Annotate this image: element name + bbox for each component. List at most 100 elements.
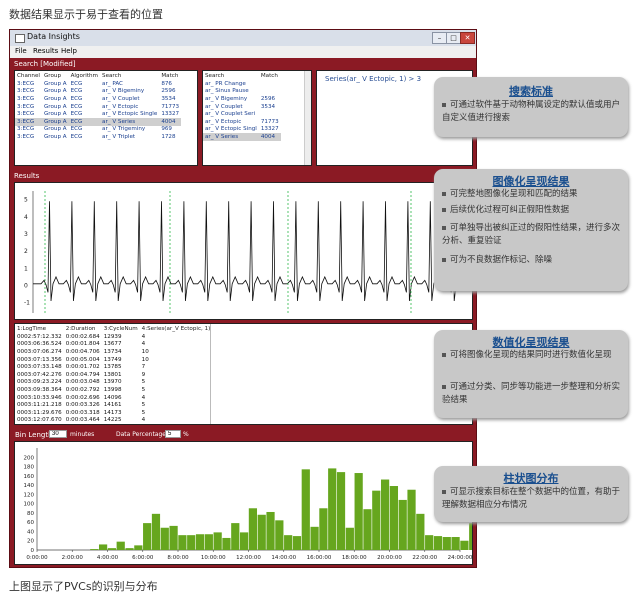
hist-x-tick-label: 20:00:00 [377,555,402,561]
table-row[interactable]: ar_ V Couplet Seri [203,110,281,118]
hist-bar [239,532,249,550]
table-cell: 0:00:05.004 [65,356,100,363]
table-cell: 13327 [161,111,180,118]
mid-column-header[interactable]: Match [259,71,281,80]
table-cell: 0:00:03.318 [65,409,100,416]
left-column-header[interactable]: Algorithm [69,71,100,80]
table-row[interactable]: 3:ECG Group A ECG ar_ V Triplet 1728 [15,133,181,141]
left-column-header[interactable]: Channel [15,71,42,80]
hist-x-tick-label: 16:00:00 [307,555,332,561]
table-row[interactable]: ar_ V Ectopic 71773 [203,118,281,126]
hist-bar [275,520,284,550]
hist-y-tick-label: 40 [27,529,34,535]
hist-bar [143,523,152,550]
table-row[interactable]: ar_ V Series 4004 [203,133,281,141]
left-column-header[interactable]: Group [42,71,69,80]
table-row[interactable]: ar_ PR Change [203,80,281,88]
table-row[interactable]: 3:ECG Group A ECG ar_ V Couplet 3534 [15,95,181,103]
table-cell: ECG [70,111,83,118]
hist-bar [389,486,399,550]
table-row[interactable]: 3:ECG Group A ECG ar_ V Ectopic 71773 [15,103,181,111]
log-column-header[interactable]: 2:Duration [64,324,102,333]
ecg-waveform [33,201,465,302]
hist-bar [451,537,460,550]
menu-bar: File Results Help [10,46,476,58]
table-cell: 3534 [260,103,276,110]
table-cell: 4 [141,341,146,348]
close-icon[interactable]: ✕ [460,32,475,44]
callout-graphic-results: 图像化呈现结果 可完整地图像化呈现和匹配的结果 后续优化过程可纠正假阳性数据 可… [434,169,628,291]
table-cell: ar_ V Bigeminy [102,88,145,95]
table-row[interactable]: 3:ECG Group A ECG ar_ V Bigeminy 2596 [15,88,181,96]
search-list-table[interactable]: Search Match ar_ PR Change ar_ Sinus Pause… [202,70,312,166]
menu-file[interactable]: File [15,47,27,55]
table-cell: Group A [43,133,67,140]
table-cell: ar_ V Triplet [102,133,136,140]
table-cell: 14161 [103,402,122,409]
left-column-header[interactable]: Search [100,71,159,80]
table-row[interactable]: 0003:09:23.224 0:00:03.048 13970 5 [15,379,212,387]
table-row[interactable]: 3:ECG Group A ECG ar_ V Series 4004 [15,117,182,126]
table-row[interactable]: ar_ V Ectopic Singl 13327 [203,126,281,134]
callout-search-criteria: 搜索标准 可通过软件基于动物种属设定的默认值或用户自定义值进行搜索 [434,77,628,137]
table-cell: ar_ PR Change [205,80,246,87]
table-row[interactable]: ar_ V Bigeminy 2596 [203,95,281,103]
log-column-header[interactable]: 1:LogTime [15,324,64,333]
menu-help[interactable]: Help [61,47,77,55]
table-row[interactable]: 0003:06:36.524 0:00:01.804 13677 4 [15,341,212,349]
table-row[interactable]: 0003:07:33.148 0:00:01.702 13785 7 [15,363,212,371]
title-bar[interactable]: Data Insights – □ ✕ [10,30,476,46]
ecg-y-tick-label: 2 [24,248,28,255]
log-column-header[interactable]: 4:Series(ar_V Ectopic, 1) [140,324,213,333]
table-cell: Group A [41,117,69,126]
table-row[interactable]: ar_ Sinus Pause [203,88,281,96]
search-results-table[interactable]: Channel Group Algorithm Search Match 3:ECG Gr… [14,70,198,166]
table-row[interactable]: 0003:10:33.946 0:00:02.696 14096 4 [15,394,212,402]
data-percentage-input[interactable] [165,430,181,438]
table-cell: 13327 [260,126,279,133]
table-cell: ar_ V Couplet [205,103,243,110]
table-row[interactable]: 0003:09:38.364 0:00:02.792 13998 5 [15,386,212,394]
hist-y-tick-label: 80 [27,511,34,517]
bin-length-input[interactable] [49,430,67,438]
hist-bar [328,468,337,550]
table-row[interactable]: ar_ V Couplet 3534 [203,103,281,111]
table-cell: 5 [141,386,146,393]
left-column-header[interactable]: Match [159,71,181,80]
table-row[interactable]: 0003:11:21.218 0:00:03.326 14161 5 [15,401,212,409]
table-cell: 2596 [161,88,176,95]
menu-results[interactable]: Results [33,47,58,55]
maximize-icon[interactable]: □ [446,32,461,44]
histogram-plot[interactable]: 0 20 40 60 80 100 120 140 160 180 200 0:00:00 2:00:0… [14,441,473,565]
table-cell: ar_ V Trigeminy [102,126,146,133]
log-column-header[interactable]: 3:CycleNum [102,324,140,333]
table-cell: 1728 [161,133,176,140]
histogram-chart: 0 20 40 60 80 100 120 140 160 180 200 0:00:00 2:00:0… [24,448,472,561]
table-cell: 0:00:03.048 [65,379,100,386]
table-cell: 0003:11:29.676 [17,409,62,416]
minimize-icon[interactable]: – [432,32,447,44]
table-row[interactable]: 0003:07:42.276 0:00:04.794 13801 9 [15,371,212,379]
table-row[interactable]: 0003:07:13.356 0:00:05.004 13749 10 [15,356,212,364]
hist-y-tick-label: 140 [24,483,35,489]
table-cell: 0003:06:36.524 [17,341,62,348]
callout-bullet: 可通过软件基于动物种属设定的默认值或用户自定义值进行搜索 [442,100,621,123]
table-row[interactable]: 3:ECG Group A ECG ar_ V Ectopic Single 13327 [15,110,181,118]
hist-bar [433,536,443,550]
table-row[interactable]: 0003:11:29.676 0:00:03.318 14173 5 [15,409,212,417]
ecg-y-tick-label: 5 [24,197,28,204]
ecg-results-plot[interactable]: 5 4 3 2 1 0 -1 [14,182,473,320]
table-row[interactable]: 3:ECG Group A ECG ar_ V Trigeminy 969 [15,126,181,134]
table-cell: 0003:11:21.218 [17,402,62,409]
mid-scrollbar[interactable] [304,71,311,165]
table-row[interactable]: 0002:57:12.332 0:00:02.684 12939 4 [15,333,212,341]
table-row[interactable]: 0003:07:06.274 0:00:04.706 13734 10 [15,348,212,356]
table-row[interactable]: 0003:12:07.670 0:00:03.464 14225 4 [15,417,212,424]
table-cell: 0003:09:38.364 [17,386,62,393]
log-table[interactable]: 1:LogTime 2:Duration 3:CycleNum 4:Series(ar… [14,323,473,425]
table-row[interactable]: 3:ECG Group A ECG ar_ PAC 876 [15,80,181,88]
mid-column-header[interactable]: Search [203,71,259,80]
data-percentage-unit: % [183,431,189,438]
callout-title: 数值化呈现结果 [492,336,570,349]
callout-bullet: 可将图像化呈现的结果同时进行数值化呈现 [442,349,624,362]
